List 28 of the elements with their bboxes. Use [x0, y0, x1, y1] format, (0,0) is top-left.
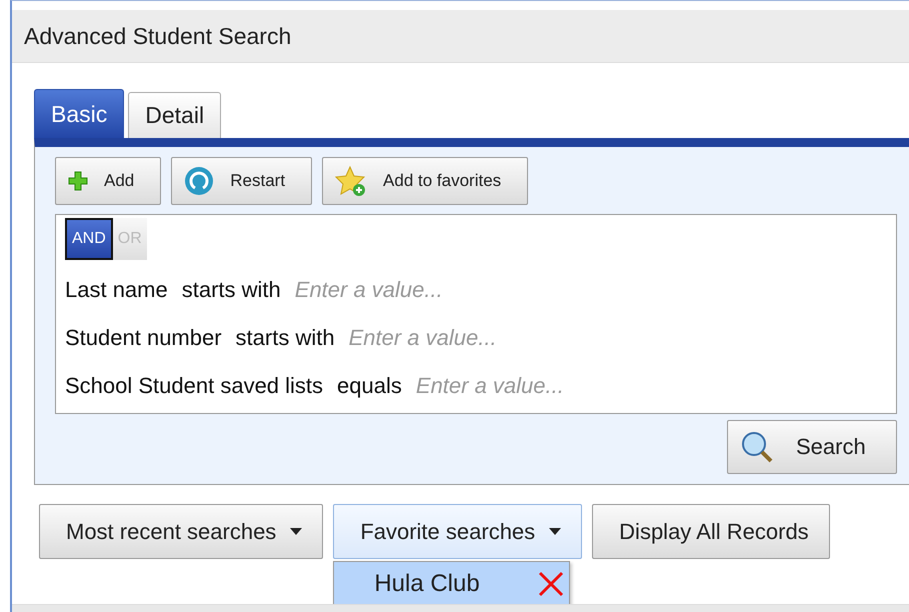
dropdown-button[interactable]: Display All Records — [592, 504, 830, 559]
toolbar-button[interactable]: Restart — [171, 157, 312, 205]
toolbar-button[interactable]: Add — [55, 157, 162, 205]
search-button[interactable]: Search — [727, 420, 897, 474]
dropdown-button[interactable]: Most recent searches — [39, 504, 324, 559]
restart-icon — [184, 166, 214, 196]
value-input[interactable]: Enter a value... — [294, 277, 625, 303]
caret-icon — [290, 528, 302, 535]
field-label: Student number — [65, 325, 222, 351]
plus-icon — [68, 171, 88, 191]
field-label: Last name — [65, 277, 168, 303]
tab[interactable]: Basic — [34, 89, 124, 138]
value-input[interactable]: Enter a value... — [416, 373, 746, 399]
menu-item[interactable]: Hula Club — [334, 562, 570, 606]
logic-toggle[interactable]: AND — [65, 218, 113, 260]
window-title: Advanced Student Search — [24, 22, 292, 50]
operator-label: equals — [337, 373, 402, 399]
caret-icon — [549, 528, 562, 535]
star-plus-icon — [335, 165, 368, 197]
field-label: School Student saved lists — [65, 373, 324, 399]
operator-label: starts with — [236, 325, 335, 351]
operator-label: starts with — [182, 277, 281, 303]
tab[interactable]: Detail — [128, 92, 222, 138]
toolbar-button[interactable]: Add to favorites — [322, 157, 528, 205]
search-icon — [740, 430, 774, 464]
value-input[interactable]: Enter a value... — [348, 325, 679, 351]
dropdown-button[interactable]: Favorite searches — [333, 504, 582, 559]
delete-icon[interactable] — [537, 570, 566, 598]
